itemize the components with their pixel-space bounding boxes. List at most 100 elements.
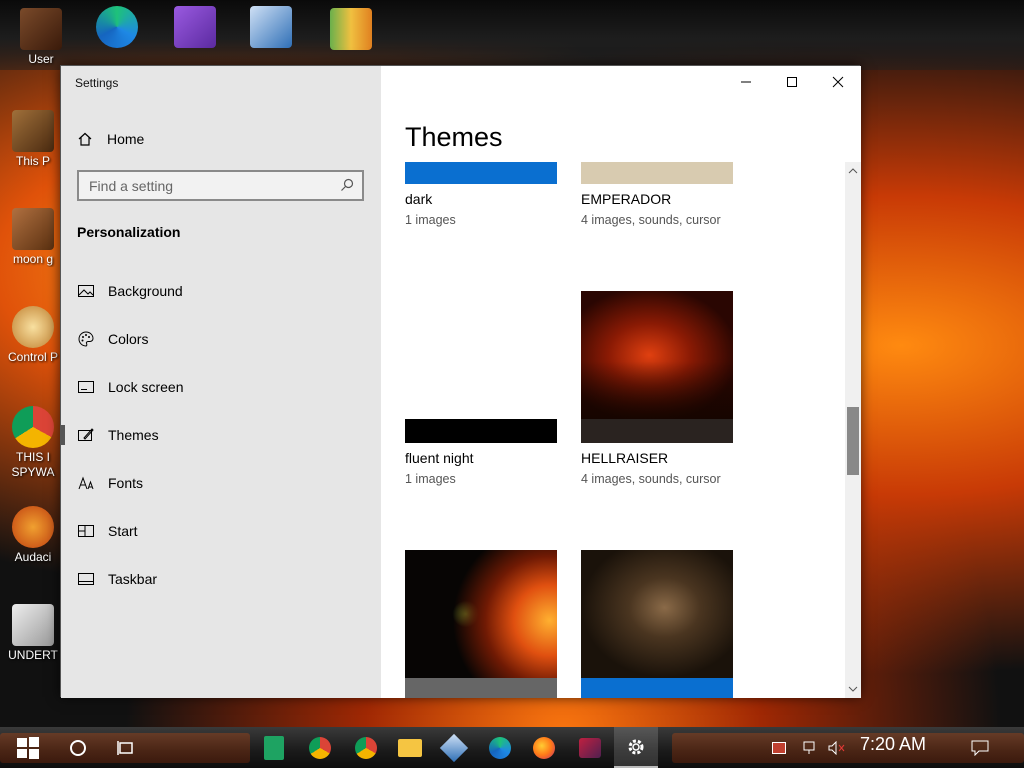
notification-icon <box>971 740 989 756</box>
theme-accent-bar <box>581 419 733 443</box>
desktop-icon-visual-studio[interactable] <box>164 6 226 50</box>
theme-name: dark <box>405 191 433 207</box>
taskbar-app[interactable] <box>568 727 612 768</box>
settings-sidebar: Settings Home Personalization Background <box>61 66 381 698</box>
taskbar-virtualbox[interactable] <box>432 727 476 768</box>
theme-card-planet[interactable] <box>405 550 557 698</box>
virtualbox-icon <box>250 6 292 48</box>
sidebar-item-themes[interactable]: Themes <box>61 415 381 455</box>
user-folder-icon <box>20 8 62 50</box>
sidebar-item-label: Lock screen <box>108 379 184 395</box>
desktop-icon-edge[interactable] <box>86 6 148 50</box>
task-view-button[interactable] <box>104 727 148 768</box>
app-icon <box>579 737 601 758</box>
edge-icon <box>96 6 138 48</box>
action-center-button[interactable] <box>958 727 1002 768</box>
taskbar-file-explorer[interactable] <box>388 727 432 768</box>
taskbar-firefox[interactable] <box>522 727 566 768</box>
theme-desc: 4 images, sounds, cursor <box>581 472 721 486</box>
scroll-thumb[interactable] <box>847 407 859 475</box>
desktop-icon-user[interactable]: User <box>10 8 72 67</box>
palette-icon <box>77 330 95 348</box>
start-button[interactable] <box>6 727 50 768</box>
volume-muted-icon <box>828 740 845 755</box>
audacity-icon <box>12 506 54 548</box>
desktop-icon-hxd[interactable] <box>320 8 382 52</box>
chrome-icon <box>309 736 331 759</box>
sidebar-item-start[interactable]: Start <box>61 511 381 551</box>
start-icon <box>77 522 95 540</box>
windows-logo-icon <box>17 736 39 759</box>
desktop-icon-label: UNDERT <box>8 648 58 662</box>
chrome-icon <box>12 406 54 448</box>
cortana-button[interactable] <box>56 727 100 768</box>
page-title: Themes <box>405 122 503 152</box>
chrome-icon <box>355 736 377 759</box>
file-explorer-icon <box>398 738 422 757</box>
desktop-icon-unity[interactable]: UNDERT <box>2 604 64 663</box>
theme-card-dark[interactable]: dark 1 images <box>405 162 557 232</box>
desktop-icon-label: moon g <box>12 252 54 266</box>
taskbar-edge[interactable] <box>478 727 522 768</box>
sidebar-item-colors[interactable]: Colors <box>61 319 381 359</box>
theme-preview <box>581 550 733 678</box>
desktop-icon-audacity[interactable]: Audaci <box>2 506 64 565</box>
search-box[interactable] <box>77 170 364 201</box>
theme-preview <box>405 550 557 678</box>
desktop-icon-label: Control P <box>7 350 59 364</box>
maximize-button[interactable] <box>769 66 815 98</box>
taskbar-chrome-2[interactable] <box>344 727 388 768</box>
desktop-icon-moon[interactable]: moon g <box>2 208 64 267</box>
desktop-icon-virtualbox[interactable] <box>240 6 302 50</box>
sidebar-item-fonts[interactable]: Fonts <box>61 463 381 503</box>
search-icon[interactable] <box>340 178 354 192</box>
settings-gear-icon <box>628 739 644 754</box>
theme-card-emperador[interactable]: EMPERADOR 4 images, sounds, cursor <box>581 162 733 232</box>
sidebar-item-label: Colors <box>108 331 149 347</box>
theme-card-hellraiser[interactable]: HELLRAISER 4 images, sounds, cursor <box>581 291 733 491</box>
theme-card-steampunk[interactable] <box>581 550 733 698</box>
theme-accent-bar <box>405 419 557 443</box>
clock[interactable]: 7:20 AM <box>860 734 926 755</box>
taskbar-sheets[interactable] <box>252 727 296 768</box>
desktop-icon-control-panel[interactable]: Control P <box>2 306 64 365</box>
themes-content: Themes dark 1 images EMPERADOR 4 images,… <box>381 66 861 698</box>
minimize-button[interactable] <box>723 66 769 98</box>
lock-screen-icon <box>77 378 95 396</box>
theme-accent-bar <box>581 678 733 698</box>
maximize-icon <box>787 77 797 87</box>
firefox-icon <box>533 736 555 759</box>
this-pc-icon <box>12 110 54 152</box>
sidebar-item-label: Background <box>108 283 183 299</box>
tray-app-icon <box>772 741 786 754</box>
vertical-scrollbar[interactable] <box>845 162 861 698</box>
sidebar-item-label: Fonts <box>108 475 144 491</box>
unity-icon <box>12 604 54 646</box>
tray-volume[interactable] <box>822 727 852 768</box>
sidebar-item-taskbar[interactable]: Taskbar <box>61 559 381 599</box>
desktop-icon-this-pc[interactable]: This P <box>2 110 64 169</box>
theme-preview <box>581 291 733 419</box>
desktop-icon-chrome[interactable]: THIS I SPYWA <box>2 406 64 480</box>
taskbar-chrome-1[interactable] <box>298 727 342 768</box>
close-icon <box>832 76 844 88</box>
selection-indicator <box>61 425 65 445</box>
theme-name: fluent night <box>405 450 474 466</box>
visual-studio-icon <box>174 6 216 48</box>
hxd-icon <box>330 8 372 50</box>
theme-name: EMPERADOR <box>581 191 672 207</box>
taskbar-settings[interactable] <box>614 727 658 768</box>
search-input[interactable] <box>89 173 329 198</box>
home-link[interactable]: Home <box>77 128 144 150</box>
close-button[interactable] <box>815 66 861 98</box>
control-panel-icon <box>12 306 54 348</box>
sidebar-item-lock-screen[interactable]: Lock screen <box>61 367 381 407</box>
theme-accent-bar <box>405 678 557 698</box>
theme-card-fluent-night[interactable]: fluent night 1 images <box>405 291 557 491</box>
task-view-icon <box>117 740 133 755</box>
scroll-down-arrow-icon[interactable] <box>848 684 858 694</box>
scroll-up-arrow-icon[interactable] <box>848 166 858 176</box>
tray-app[interactable] <box>764 727 794 768</box>
settings-window: Settings Home Personalization Background <box>60 65 861 698</box>
sidebar-item-background[interactable]: Background <box>61 271 381 311</box>
